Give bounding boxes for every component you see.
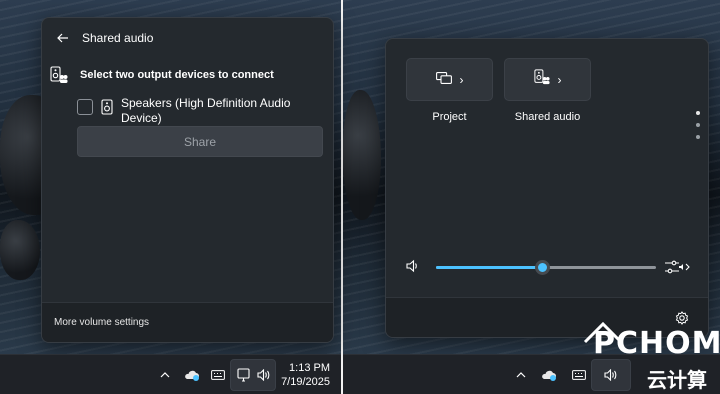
device-option[interactable]: Speakers (High Definition Audio Device) [77, 96, 301, 126]
flyout-header: Shared audio [54, 28, 153, 48]
keyboard-icon[interactable] [206, 355, 230, 394]
onedrive-icon[interactable] [180, 355, 204, 394]
share-button[interactable]: Share [77, 126, 323, 157]
clock-date: 7/19/2025 [281, 376, 330, 388]
shared-audio-icon [533, 69, 550, 90]
project-tile-label: Project [432, 111, 467, 123]
sound-output-button[interactable] [664, 259, 690, 275]
chevron-right-icon: › [459, 72, 464, 87]
chevron-right-icon: › [557, 72, 562, 87]
shared-audio-flyout: Shared audio Select two output devices t… [41, 17, 334, 343]
quick-settings-flyout: › › Project Shared audio [385, 38, 709, 338]
volume-slider[interactable] [436, 260, 656, 275]
wallpaper-rock [0, 220, 40, 280]
section-header: Select two output devices to connect [50, 66, 274, 84]
clock-time: 1:13 PM [289, 362, 330, 374]
panel-title: Shared audio [82, 31, 154, 45]
project-icon [435, 71, 452, 89]
chevron-up-icon[interactable] [153, 355, 177, 394]
page-dot[interactable] [696, 123, 700, 127]
watermark-text: PCHOME [593, 326, 720, 361]
volume-mixer-icon [665, 260, 690, 274]
page-indicator[interactable] [696, 111, 700, 147]
volume-row [406, 259, 696, 275]
flyout-footer: More volume settings [42, 302, 333, 342]
shared-audio-icon [50, 66, 68, 84]
volume-slider-thumb[interactable] [534, 260, 550, 275]
page-dot[interactable] [696, 135, 700, 139]
watermark-subtext: 云计算 [647, 370, 707, 392]
wallpaper-rock [343, 90, 381, 220]
device-checkbox[interactable] [77, 99, 93, 115]
device-label: Speakers (High Definition Audio Device) [121, 96, 291, 125]
volume-slider-fill [436, 266, 542, 269]
chevron-up-icon[interactable] [509, 355, 533, 394]
back-arrow-icon[interactable] [54, 29, 72, 47]
project-tile[interactable]: › [406, 58, 493, 101]
section-heading: Select two output devices to connect [80, 69, 274, 81]
system-clock[interactable]: 1:13 PM 7/19/2025 [270, 361, 330, 389]
speaker-icon[interactable] [406, 259, 422, 275]
onedrive-icon[interactable] [537, 355, 561, 394]
taskbar-left: 1:13 PM 7/19/2025 [0, 354, 341, 394]
speaker-device-icon [101, 99, 113, 115]
shared-audio-tile[interactable]: › [504, 58, 591, 101]
shared-audio-tile-label: Shared audio [514, 111, 581, 123]
page-dot[interactable] [696, 111, 700, 115]
pchome-watermark: PCHOME 云计算 [583, 320, 720, 392]
more-volume-settings-link[interactable]: More volume settings [54, 317, 149, 328]
